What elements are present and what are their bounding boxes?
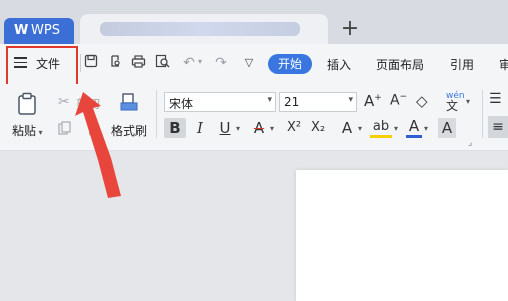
chevron-down-icon[interactable]: ▾ [394, 124, 398, 133]
decrease-font-size-icon[interactable]: A− [390, 92, 407, 109]
font-size-value: 21 [284, 95, 300, 109]
highlight-button[interactable]: ab [370, 118, 392, 138]
dialog-launcher-icon[interactable]: ⌟ [468, 138, 472, 148]
bullet-list-icon[interactable]: ☰ [489, 91, 502, 107]
cut-button-label[interactable]: 剪切 [76, 95, 100, 112]
tab-review[interactable]: 审 [499, 56, 508, 73]
tab-page-layout[interactable]: 页面布局 [376, 56, 424, 73]
document-tab[interactable] [80, 14, 328, 44]
toolbar-divider [80, 54, 81, 72]
chevron-down-icon[interactable]: ▾ [270, 124, 274, 133]
chevron-down-icon[interactable]: ▾ [358, 124, 362, 133]
font-size-select[interactable]: 21 ▾ [279, 92, 357, 112]
wps-logo-icon: W [14, 23, 29, 38]
text-effect-button[interactable]: A [338, 118, 356, 138]
superscript-button[interactable]: X² [284, 118, 304, 138]
wps-tab-label: WPS [31, 23, 60, 38]
chevron-down-icon[interactable]: ▾ [236, 124, 240, 133]
print-icon[interactable] [129, 54, 147, 72]
paste-label: 粘贴 [12, 124, 37, 138]
format-painter-label[interactable]: 格式刷 [111, 122, 147, 139]
wps-home-tab[interactable]: W WPS [4, 18, 74, 44]
undo-icon[interactable]: ↶ [180, 54, 198, 72]
paste-icon[interactable] [16, 92, 40, 116]
scissors-icon[interactable]: ✂ [58, 94, 70, 110]
chevron-down-icon: ▾ [267, 95, 272, 105]
format-painter-icon[interactable] [118, 92, 140, 116]
chevron-down-icon[interactable]: ▾ [466, 97, 470, 106]
ribbon-divider [156, 90, 157, 138]
copy-button-label[interactable]: 制 [88, 122, 100, 139]
document-tab-title-blurred [100, 22, 300, 36]
subscript-button[interactable]: X₂ [308, 118, 328, 138]
bold-button[interactable]: B [164, 118, 186, 138]
undo-dropdown-icon[interactable]: ▾ [198, 57, 202, 66]
chevron-down-icon[interactable]: ▾ [424, 124, 428, 133]
font-name-select[interactable]: 宋体 ▾ [164, 92, 276, 112]
font-name-value: 宋体 [169, 97, 194, 111]
italic-button[interactable]: I [190, 118, 210, 138]
redo-icon[interactable]: ↷ [212, 54, 230, 72]
tab-insert[interactable]: 插入 [327, 56, 351, 73]
ribbon-divider [482, 90, 483, 138]
paste-button[interactable]: 粘贴 ▾ [12, 122, 43, 139]
increase-font-size-icon[interactable]: A+ [364, 92, 382, 110]
save-icon[interactable] [82, 54, 100, 72]
tab-references[interactable]: 引用 [450, 56, 474, 73]
chevron-down-icon: ▾ [36, 128, 43, 137]
copy-icon[interactable] [58, 120, 72, 135]
clear-format-icon[interactable]: ◇ [416, 92, 428, 110]
strikethrough-button[interactable]: A [250, 118, 268, 138]
underline-button[interactable]: U [216, 118, 234, 138]
annotation-highlight-box [6, 46, 78, 86]
character-shading-button[interactable]: A [438, 118, 456, 138]
export-icon[interactable] [106, 54, 124, 72]
font-color-button[interactable]: A [406, 118, 422, 138]
customize-dropdown-icon[interactable]: ▽ [240, 54, 258, 72]
phonetic-guide-icon[interactable]: wén 文 [446, 91, 465, 113]
chevron-down-icon: ▾ [348, 95, 353, 105]
document-page[interactable] [296, 170, 508, 301]
plus-icon[interactable]: + [338, 16, 362, 42]
tab-start[interactable]: 开始 [268, 54, 312, 74]
preview-icon[interactable] [153, 54, 171, 72]
align-left-icon[interactable]: ≡ [488, 116, 508, 138]
